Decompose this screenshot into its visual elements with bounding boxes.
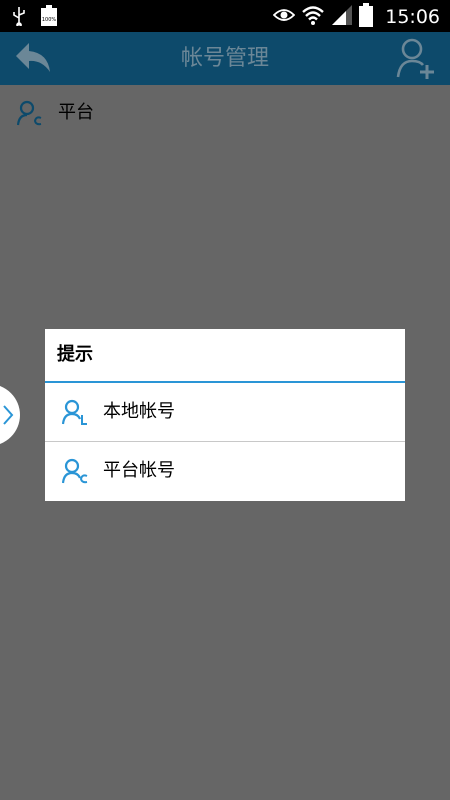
svg-text:100%: 100%	[42, 17, 57, 23]
battery-notification-icon: 100%	[40, 5, 58, 31]
user-cloud-icon	[62, 458, 88, 484]
usb-icon	[12, 6, 26, 30]
user-cloud-icon	[17, 100, 42, 126]
account-type-dialog: 提示 本地帐号 平台帐号	[45, 329, 405, 501]
dialog-title: 提示	[45, 329, 405, 383]
dialog-option-platform-account[interactable]: 平台帐号	[45, 441, 405, 500]
status-time: 15:06	[385, 6, 440, 28]
page-title: 帐号管理	[180, 46, 269, 71]
add-user-icon	[396, 38, 434, 79]
app-bar: 帐号管理	[0, 32, 450, 85]
status-bar: 100% 15:06	[0, 0, 450, 32]
dialog-option-label: 本地帐号	[103, 401, 175, 422]
list-item[interactable]: 平台	[0, 85, 450, 141]
side-drawer-handle[interactable]	[0, 384, 20, 446]
add-user-button[interactable]	[396, 37, 436, 81]
battery-icon	[359, 3, 374, 31]
dialog-option-label: 平台帐号	[103, 460, 175, 481]
dialog-option-local-account[interactable]: 本地帐号	[45, 383, 405, 441]
eye-icon	[272, 7, 296, 27]
wifi-icon	[301, 4, 325, 30]
signal-icon	[331, 4, 353, 30]
chevron-right-icon	[3, 405, 14, 425]
list-item-label: 平台	[58, 102, 94, 123]
user-local-icon	[62, 399, 87, 425]
